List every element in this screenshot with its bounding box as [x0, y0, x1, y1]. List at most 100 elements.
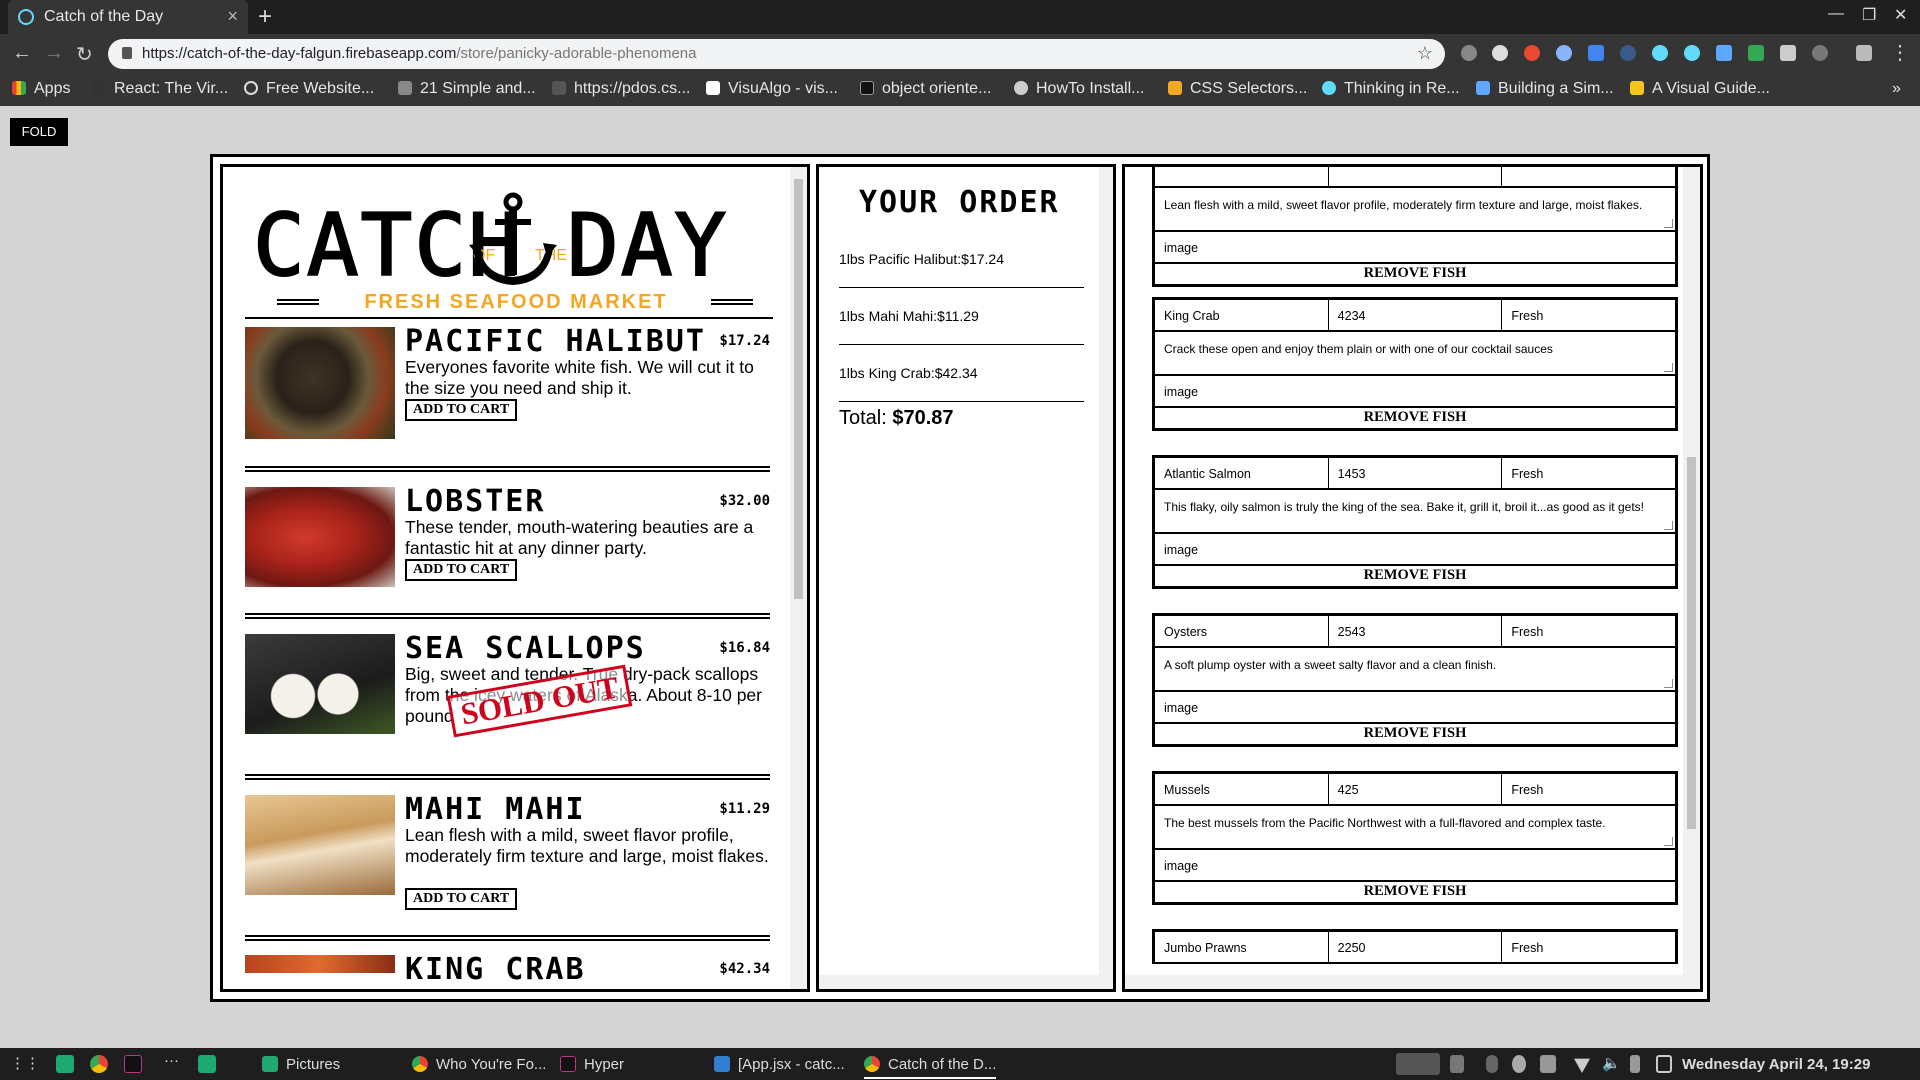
fish-image-input[interactable]: image: [1155, 376, 1675, 408]
fish-status-select[interactable]: Fresh: [1502, 458, 1675, 488]
taskbar-item-pictures[interactable]: Pictures: [262, 1056, 340, 1073]
add-to-cart-button[interactable]: ADD TO CART: [405, 399, 518, 421]
bookmark-item[interactable]: Building a Sim...: [1476, 80, 1614, 98]
taskbar-item-chrome[interactable]: Who You're Fo...: [412, 1056, 546, 1073]
taskbar-item-active-chrome[interactable]: Catch of the D...: [864, 1056, 997, 1079]
remove-fish-button[interactable]: REMOVE FISH: [1155, 724, 1675, 744]
extension-icon[interactable]: [1812, 45, 1828, 61]
fish-name-input[interactable]: Oysters: [1155, 616, 1329, 646]
inventory-scrollbar[interactable]: [1683, 167, 1700, 989]
files-icon[interactable]: [56, 1055, 74, 1073]
bookmark-item[interactable]: https://pdos.cs...: [552, 80, 691, 98]
tray-icon[interactable]: [1486, 1055, 1498, 1073]
keyboard-icon[interactable]: [1656, 1055, 1672, 1073]
clock[interactable]: Wednesday April 24, 19:29: [1682, 1056, 1870, 1073]
remove-fish-button[interactable]: REMOVE FISH: [1155, 264, 1675, 284]
fish-desc-textarea[interactable]: Lean flesh with a mild, sweet flavor pro…: [1155, 188, 1675, 232]
menu-kebab-icon[interactable]: ⋮: [1890, 40, 1910, 65]
remove-fish-button[interactable]: REMOVE FISH: [1155, 566, 1675, 586]
address-bar[interactable]: https://catch-of-the-day-falgun.firebase…: [108, 39, 1445, 69]
fish-image-input[interactable]: image: [1155, 850, 1675, 882]
files-icon[interactable]: [198, 1055, 216, 1073]
fish-name-input[interactable]: Atlantic Salmon: [1155, 458, 1329, 488]
react-devtools-icon[interactable]: [1684, 45, 1700, 61]
close-tab-icon[interactable]: ×: [227, 6, 238, 27]
profile-icon[interactable]: [1856, 45, 1872, 61]
security-tray-icon[interactable]: [1512, 1055, 1526, 1073]
react-devtools-icon[interactable]: [1652, 45, 1668, 61]
terminal-icon[interactable]: [124, 1055, 142, 1073]
fish-status-select[interactable]: Fresh: [1502, 932, 1675, 962]
fish-status-select[interactable]: Fresh: [1502, 774, 1675, 804]
fish-name-input[interactable]: Mussels: [1155, 774, 1329, 804]
fish-price-input[interactable]: 1129: [1329, 167, 1503, 186]
fish-desc-textarea[interactable]: This flaky, oily salmon is truly the kin…: [1155, 490, 1675, 534]
extension-icon[interactable]: [1461, 45, 1477, 61]
fish-price-input[interactable]: 2543: [1329, 616, 1503, 646]
fish-image-input[interactable]: image: [1155, 692, 1675, 724]
bookmark-apps[interactable]: Apps: [12, 80, 70, 98]
fish-desc-textarea[interactable]: The best mussels from the Pacific Northw…: [1155, 806, 1675, 850]
reload-icon[interactable]: ↻: [76, 42, 93, 67]
back-icon[interactable]: ←: [12, 42, 32, 65]
fish-price-input[interactable]: 2250: [1329, 932, 1503, 962]
forward-icon[interactable]: →: [44, 42, 64, 65]
fish-desc-textarea[interactable]: Crack these open and enjoy them plain or…: [1155, 332, 1675, 376]
taskbar-item-vscode[interactable]: [App.jsx - catc...: [714, 1056, 845, 1073]
extension-icon[interactable]: [1748, 45, 1764, 61]
fish-name-input[interactable]: Jumbo Prawns: [1155, 932, 1329, 962]
fish-image-input[interactable]: image: [1155, 534, 1675, 566]
minimize-icon[interactable]: —: [1828, 5, 1844, 23]
inventory-horizontal-scrollbar[interactable]: [1125, 975, 1683, 989]
workspace-preview[interactable]: [1396, 1053, 1440, 1075]
extension-icon[interactable]: [1716, 45, 1732, 61]
tray-icon[interactable]: [1540, 1055, 1556, 1073]
order-scrollbar[interactable]: [1099, 167, 1113, 989]
fish-status-select[interactable]: Fresh: [1502, 167, 1675, 186]
fold-button[interactable]: FOLD: [10, 118, 68, 146]
extension-icon[interactable]: [1620, 45, 1636, 61]
add-to-cart-button[interactable]: ADD TO CART: [405, 559, 518, 581]
battery-icon[interactable]: [1630, 1055, 1640, 1073]
bookmark-item[interactable]: Thinking in Re...: [1322, 80, 1460, 98]
bookmark-item[interactable]: 21 Simple and...: [398, 80, 536, 98]
taskbar-item-hyper[interactable]: Hyper: [560, 1056, 624, 1073]
window-switch-icon[interactable]: [1450, 1055, 1464, 1073]
fish-status-select[interactable]: Fresh: [1502, 300, 1675, 330]
restore-icon[interactable]: ❐: [1862, 5, 1876, 25]
remove-fish-button[interactable]: REMOVE FISH: [1155, 408, 1675, 428]
extension-icon[interactable]: [1556, 45, 1572, 61]
order-horizontal-scrollbar[interactable]: [819, 975, 1113, 989]
chrome-icon[interactable]: [90, 1055, 108, 1073]
more-icon[interactable]: ···: [164, 1052, 179, 1069]
volume-icon[interactable]: 🔈: [1602, 1054, 1621, 1072]
fish-name-input[interactable]: Mahi Mahi: [1155, 167, 1329, 186]
bookmark-item[interactable]: React: The Vir...: [92, 80, 228, 98]
fish-image-input[interactable]: image: [1155, 232, 1675, 264]
fish-price-input[interactable]: 4234: [1329, 300, 1503, 330]
extension-icon[interactable]: [1492, 45, 1508, 61]
new-tab-button[interactable]: +: [258, 3, 272, 31]
add-to-cart-button[interactable]: ADD TO CART: [405, 888, 518, 910]
extension-icon[interactable]: [1780, 45, 1796, 61]
extension-icon[interactable]: [1524, 45, 1540, 61]
wifi-icon[interactable]: [1574, 1058, 1590, 1073]
extension-icon[interactable]: [1588, 45, 1604, 61]
bookmark-item[interactable]: VisuAlgo - vis...: [706, 80, 838, 98]
fish-desc-textarea[interactable]: A soft plump oyster with a sweet salty f…: [1155, 648, 1675, 692]
bookmark-star-icon[interactable]: ☆: [1417, 43, 1433, 64]
bookmark-item[interactable]: A Visual Guide...: [1630, 80, 1770, 98]
fish-status-select[interactable]: Fresh: [1502, 616, 1675, 646]
fish-name-input[interactable]: King Crab: [1155, 300, 1329, 330]
bookmarks-overflow-icon[interactable]: »: [1892, 80, 1901, 98]
fish-price-input[interactable]: 425: [1329, 774, 1503, 804]
bookmark-item[interactable]: HowTo Install...: [1014, 80, 1144, 98]
close-window-icon[interactable]: ✕: [1894, 5, 1907, 25]
menu-scrollbar[interactable]: [790, 167, 807, 989]
app-grid-icon[interactable]: ⋮⋮: [10, 1054, 40, 1072]
remove-fish-button[interactable]: REMOVE FISH: [1155, 882, 1675, 902]
bookmark-item[interactable]: object oriente...: [860, 80, 991, 98]
fish-price-input[interactable]: 1453: [1329, 458, 1503, 488]
bookmark-item[interactable]: CSS Selectors...: [1168, 80, 1307, 98]
tab-catch-of-the-day[interactable]: Catch of the Day ×: [8, 0, 248, 34]
